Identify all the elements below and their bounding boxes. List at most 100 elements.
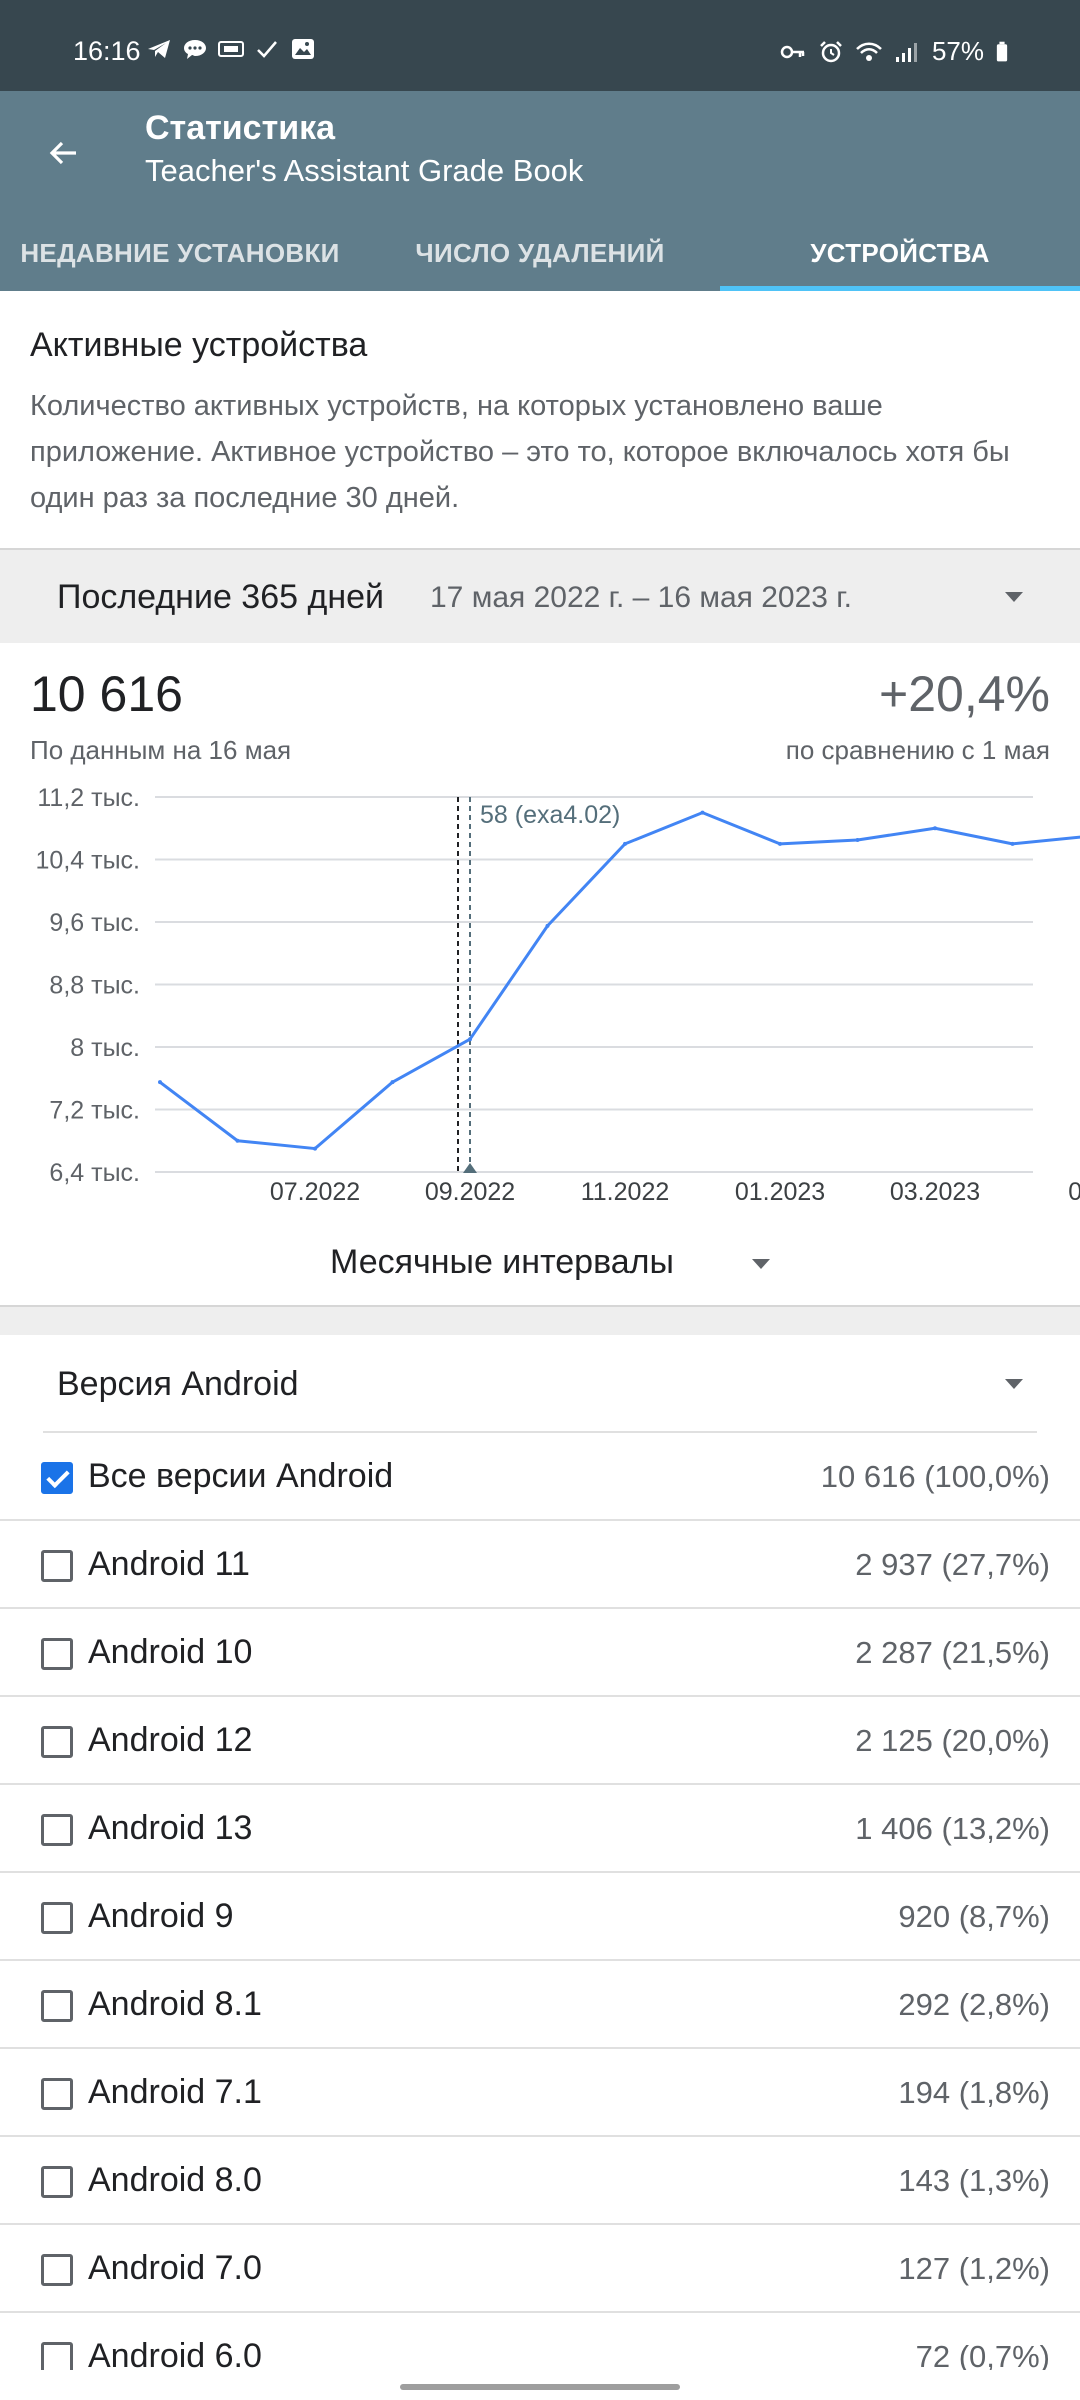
version-count: 194 (1,8%) [898,2075,1050,2110]
version-checkbox[interactable] [41,1902,73,1934]
system-icons: 57% [780,36,1008,67]
tab-bar: НЕДАВНИЕ УСТАНОВКИ ЧИСЛО УДАЛЕНИЙ УСТРОЙ… [0,216,1080,291]
version-row[interactable]: Android 10 2 287 (21,5%) [0,1609,1080,1697]
active-devices-count: 10 616 [30,666,183,722]
annotation-label: 58 (exa4.02) [480,801,620,829]
interval-label: Месячные интервалы [330,1243,674,1281]
version-row[interactable]: Все версии Android 10 616 (100,0%) [0,1433,1080,1521]
back-button[interactable] [36,125,92,181]
version-count: 10 616 (100,0%) [820,1459,1050,1494]
version-count: 143 (1,3%) [898,2163,1050,2198]
version-label: Android 9 [88,1897,234,1935]
version-checkbox[interactable] [41,1814,73,1846]
version-row[interactable]: Android 9 920 (8,7%) [0,1873,1080,1961]
version-checkbox[interactable] [41,1550,73,1582]
app-bar: Статистика Teacher's Assistant Grade Boo… [0,91,1080,291]
chat-bubble-icon [184,40,206,59]
dropdown-arrow-icon [752,1259,770,1269]
data-point [933,826,937,831]
android-version-list: Все версии Android 10 616 (100,0%) Android… [0,1433,1080,2400]
vpn-key-icon [780,45,805,58]
data-point [468,1037,472,1042]
tab-recent-installs[interactable]: НЕДАВНИЕ УСТАНОВКИ [0,216,360,291]
wifi-icon [856,42,882,61]
version-label: Все версии Android [88,1457,394,1495]
version-checkbox[interactable] [41,2078,73,2110]
period-range: 17 мая 2022 г. – 16 мая 2023 г. [430,581,852,614]
data-point [390,1080,395,1085]
data-point [1010,841,1015,846]
x-tick-label: 05.20... [1068,1178,1080,1206]
section-description: Количество активных устройств, на которы… [30,390,1010,514]
version-checkbox[interactable] [41,1990,73,2022]
period-label: Последние 365 дней [57,578,385,616]
x-tick-label: 11.2022 [581,1178,670,1206]
version-row[interactable]: Android 13 1 406 (13,2%) [0,1785,1080,1873]
version-row[interactable]: Android 8.0 143 (1,3%) [0,2137,1080,2225]
version-count: 127 (1,2%) [898,2251,1050,2286]
check-icon [257,41,277,58]
tab-label: НЕДАВНИЕ УСТАНОВКИ [20,238,340,268]
version-count: 2 937 (27,7%) [855,1547,1050,1582]
status-time: 16:16 [73,36,141,66]
tab-label: УСТРОЙСТВА [810,238,990,268]
tab-devices[interactable]: УСТРОЙСТВА [720,216,1080,291]
home-gesture-handle[interactable] [400,2384,680,2390]
alarm-icon [820,40,842,62]
dropdown-arrow-icon [1005,592,1023,602]
version-checkbox[interactable] [41,2254,73,2286]
version-checkbox[interactable] [41,1462,73,1494]
version-row[interactable]: Android 11 2 937 (27,7%) [0,1521,1080,1609]
android-version-selector[interactable]: Версия Android [0,1335,1080,1433]
page-title: Статистика [145,109,336,147]
tab-uninstalls[interactable]: ЧИСЛО УДАЛЕНИЙ [360,216,720,291]
version-checkbox[interactable] [41,2166,73,2198]
y-tick-label: 10,4 тыс. [36,847,140,875]
version-row[interactable]: Android 7.1 194 (1,8%) [0,2049,1080,2137]
android-version-label: Версия Android [57,1365,299,1403]
data-point [235,1138,240,1143]
version-label: Android 7.1 [88,2073,262,2111]
change-note: по сравнению с 1 мая [785,735,1050,765]
telegram-icon [148,40,170,58]
dropdown-arrow-icon [1005,1379,1023,1389]
y-tick-label: 8 тыс. [70,1034,140,1062]
version-label: Android 13 [88,1809,253,1847]
version-row[interactable]: Android 12 2 125 (20,0%) [0,1697,1080,1785]
version-label: Android 12 [88,1721,253,1759]
version-label: Android 10 [88,1633,253,1671]
data-point [855,837,860,842]
data-point [313,1146,317,1151]
change-percent: +20,4% [879,666,1050,722]
period-selector[interactable]: Последние 365 дней 17 мая 2022 г. – 16 м… [0,548,1080,643]
version-count: 292 (2,8%) [898,1987,1050,2022]
x-tick-label: 03.2023 [890,1178,980,1206]
version-count: 2 287 (21,5%) [855,1635,1050,1670]
arrow-back-icon [49,141,76,165]
data-point [778,841,782,846]
version-label: Android 7.0 [88,2249,262,2287]
y-tick-label: 9,6 тыс. [49,909,140,937]
version-checkbox[interactable] [41,1726,73,1758]
navigation-bar [0,2370,1080,2400]
image-icon [292,39,314,59]
version-checkbox[interactable] [41,1638,73,1670]
version-count: 1 406 (13,2%) [855,1811,1050,1846]
version-label: Android 11 [88,1545,250,1583]
notification-icons [146,38,316,60]
version-label: Android 8.0 [88,2161,262,2199]
status-bar: 16:16 57% [0,0,1080,91]
x-tick-label: 09.2022 [425,1178,515,1206]
tab-label: ЧИСЛО УДАЛЕНИЙ [415,238,665,268]
version-label: Android 8.1 [88,1985,262,2023]
section-title: Активные устройства [30,326,368,364]
version-row[interactable]: Android 8.1 292 (2,8%) [0,1961,1080,2049]
data-point [700,810,705,815]
interval-selector[interactable]: Месячные интервалы [0,1225,1080,1300]
version-row[interactable]: Android 7.0 127 (1,2%) [0,2225,1080,2313]
signal-icon [895,42,917,62]
active-devices-chart[interactable]: 11,2 тыс. 10,4 тыс. 9,6 тыс. 8,8 тыс. 8 тыс.… [0,780,1080,1210]
data-point [545,923,550,928]
version-count: 2 125 (20,0%) [855,1723,1050,1758]
count-date-note: По данным на 16 мая [30,735,292,765]
